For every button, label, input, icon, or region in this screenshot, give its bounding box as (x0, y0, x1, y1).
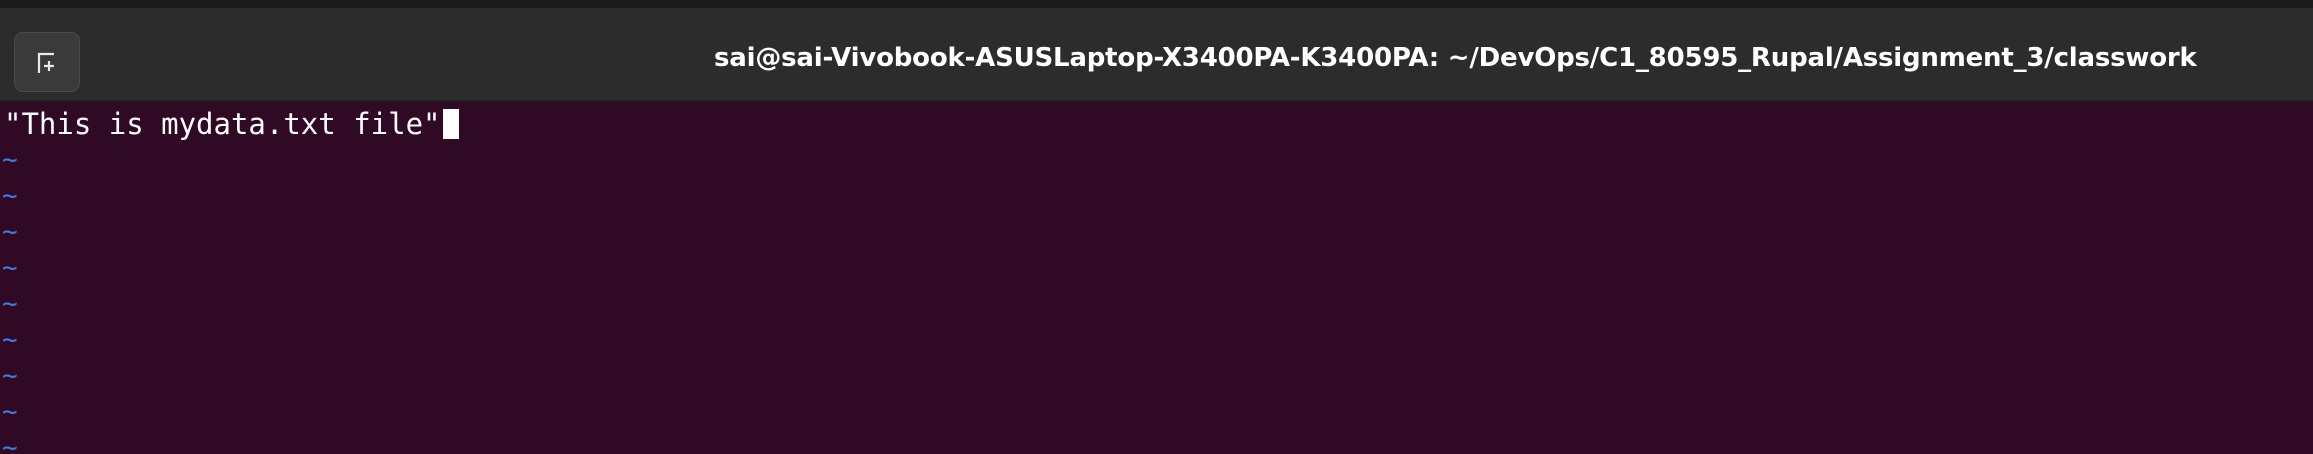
empty-line-tilde: ~ (2, 217, 18, 247)
empty-line-tilde: ~ (2, 397, 18, 427)
new-tab-icon (37, 52, 54, 73)
editor-line-text: "This is mydata.txt file" (4, 107, 441, 141)
terminal-window: sai@sai-Vivobook-ASUSLaptop-X3400PA-K340… (0, 0, 2313, 454)
empty-line-tilde: ~ (2, 145, 18, 175)
terminal-content[interactable]: "This is mydata.txt file" ~ ~ ~ ~ ~ ~ ~ ~ ~ (0, 102, 2313, 454)
window-title: sai@sai-Vivobook-ASUSLaptop-X3400PA-K340… (714, 43, 2197, 73)
empty-line-tilde: ~ (2, 181, 18, 211)
empty-line-tilde: ~ (2, 433, 18, 454)
titlebar: sai@sai-Vivobook-ASUSLaptop-X3400PA-K340… (0, 8, 2313, 102)
text-cursor (442, 109, 459, 139)
new-tab-button[interactable] (14, 32, 80, 92)
empty-line-tilde: ~ (2, 253, 18, 283)
editor-line: "This is mydata.txt file" (4, 106, 459, 142)
window-top-edge (0, 0, 2313, 8)
empty-line-tilde: ~ (2, 289, 18, 319)
empty-line-tilde: ~ (2, 361, 18, 391)
empty-line-tilde: ~ (2, 325, 18, 355)
